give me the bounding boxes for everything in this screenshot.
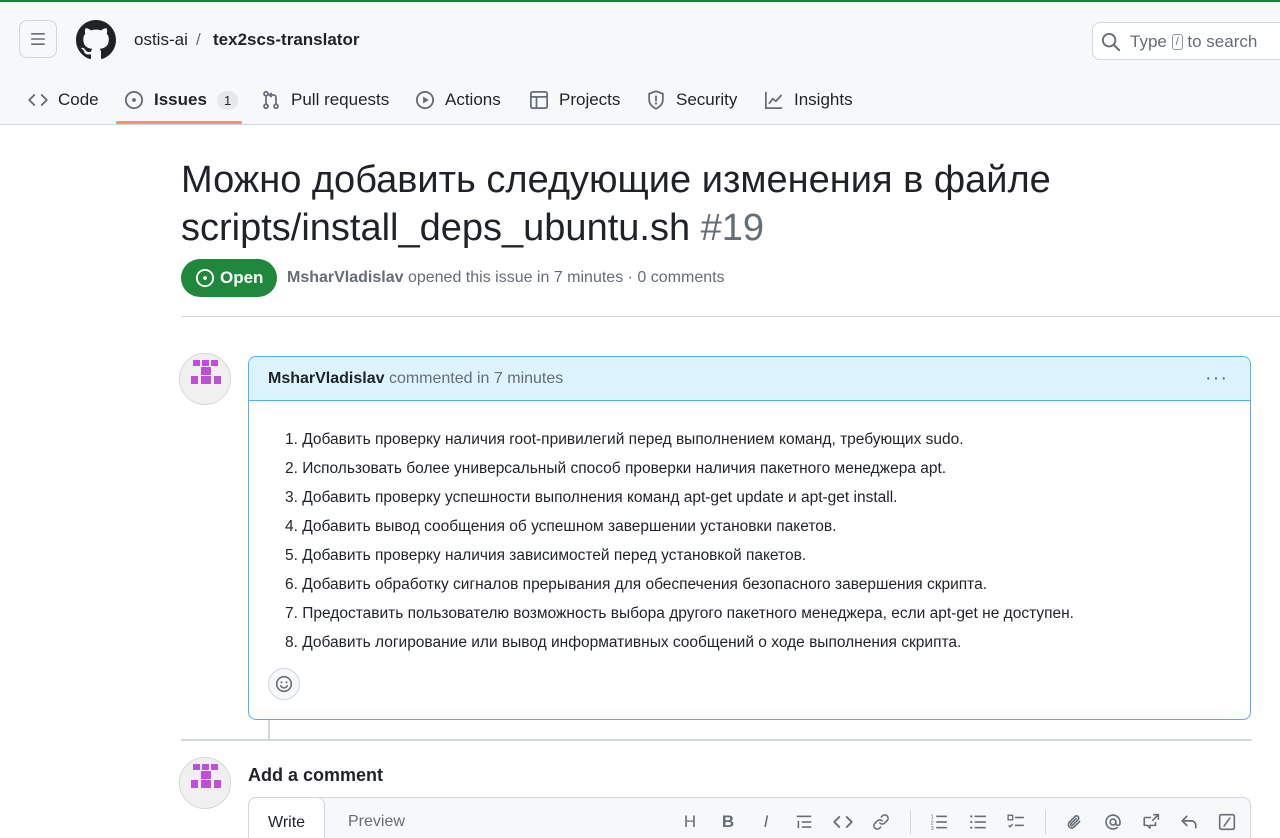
cross-reference-icon [1143, 813, 1160, 829]
issue-state-label: Open [220, 268, 264, 287]
tab-insights-label: Insights [794, 90, 853, 109]
attach-button[interactable] [1064, 812, 1084, 832]
quote-icon [796, 815, 812, 829]
ordered-list-button[interactable]: 123 [929, 812, 949, 832]
code-icon [833, 816, 853, 828]
tab-security-label: Security [676, 90, 738, 109]
tab-actions-label: Actions [445, 90, 501, 109]
issue-meta: MsharVladislav opened this issue in 7 mi… [287, 269, 725, 287]
tab-code-label: Code [58, 90, 99, 109]
list-item: 4. Добавить вывод сообщения об успешном … [285, 518, 837, 535]
slash-key-hint: / [1171, 34, 1183, 50]
toolbar-separator [1045, 810, 1046, 834]
issue-opened-icon [195, 268, 215, 288]
search-icon [1101, 32, 1121, 52]
tab-write[interactable]: Write [248, 797, 326, 838]
avatar[interactable] [179, 353, 231, 405]
bold-button[interactable]: B [718, 812, 738, 832]
shield-icon [648, 90, 664, 110]
list-item: 8. Добавить логирование или вывод информ… [285, 634, 962, 651]
play-icon [415, 90, 435, 110]
table-icon [530, 91, 548, 109]
slash-commands-button[interactable] [1217, 812, 1237, 832]
git-pull-request-icon [263, 90, 279, 110]
heading-button[interactable]: H [680, 812, 700, 832]
tab-issues-label: Issues [154, 90, 207, 109]
header-divider [181, 316, 1280, 317]
tab-actions[interactable]: Actions [415, 76, 501, 124]
tasklist-icon [1007, 814, 1024, 828]
italic-button[interactable]: I [756, 812, 776, 832]
list-item: 1. Добавить проверку наличия root-привил… [285, 431, 964, 448]
link-button[interactable] [871, 812, 891, 832]
tab-pull-requests-label: Pull requests [291, 90, 390, 109]
menu-button[interactable] [19, 20, 57, 58]
search-input[interactable]: Type / to search [1092, 22, 1280, 60]
tab-preview[interactable]: Preview [329, 797, 424, 838]
comment-editor: Write Preview H B I 123 [248, 797, 1251, 838]
issue-opened-icon [124, 90, 144, 110]
mention-icon [1105, 814, 1121, 830]
timeline-line [268, 720, 270, 740]
smiley-icon [275, 675, 293, 693]
comment-header: MsharVladislav commented in 7 minutes ··… [249, 357, 1250, 401]
tab-insights[interactable]: Insights [764, 76, 853, 124]
tab-projects[interactable]: Projects [529, 76, 620, 124]
add-comment-heading: Add a comment [248, 765, 384, 785]
add-reaction-button[interactable] [268, 668, 300, 700]
issue-comment: MsharVladislav commented in 7 minutes ··… [248, 356, 1251, 720]
breadcrumb-repo-link[interactable]: tex2scs-translator [213, 30, 359, 50]
list-ordered-icon: 123 [931, 815, 947, 831]
issue-title: Можно добавить следующие изменения в фай… [181, 159, 1051, 249]
issue-meta-text: opened this issue in 7 minutes · 0 comme… [407, 269, 725, 286]
list-item: 2. Использовать более универсальный спос… [285, 460, 947, 477]
github-logo-icon[interactable] [76, 20, 116, 60]
hamburger-icon [31, 33, 45, 45]
issue-number: #19 [700, 207, 765, 249]
list-item: 7. Предоставить пользователю возможность… [285, 605, 1074, 622]
link-icon [873, 814, 889, 830]
tab-pull-requests[interactable]: Pull requests [261, 76, 389, 124]
kebab-menu-icon[interactable]: ··· [1205, 367, 1228, 390]
toolbar-separator [910, 810, 911, 834]
repo-nav: Code Issues 1 Pull requests Actions Proj… [0, 76, 1280, 126]
repo-header: ostis-ai / tex2scs-translator Type / to … [0, 2, 1280, 125]
reply-icon [1181, 815, 1197, 829]
list-item: 3. Добавить проверку успешности выполнен… [285, 489, 898, 506]
graph-icon [765, 91, 783, 109]
list-item: 6. Добавить обработку сигналов прерывани… [285, 576, 988, 593]
search-placeholder: Type / to search [1130, 32, 1258, 51]
tab-security[interactable]: Security [646, 76, 737, 124]
reference-button[interactable] [1141, 812, 1161, 832]
unordered-list-button[interactable] [968, 812, 988, 832]
issue-state-badge: Open [181, 259, 278, 297]
mention-button[interactable] [1103, 812, 1123, 832]
avatar[interactable] [179, 757, 231, 809]
svg-text:3: 3 [931, 826, 934, 831]
list-item: 5. Добавить проверку наличия зависимосте… [285, 547, 807, 564]
comment-author-link[interactable]: MsharVladislav [268, 370, 385, 387]
issues-counter-badge: 1 [216, 90, 239, 110]
paperclip-icon [1067, 815, 1081, 829]
reply-button[interactable] [1179, 812, 1199, 832]
task-list-button[interactable] [1006, 812, 1026, 832]
comment-body-list: 1. Добавить проверку наличия root-привил… [285, 425, 1235, 657]
slash-commands-icon [1218, 813, 1236, 831]
timeline-divider [181, 739, 1252, 741]
code-icon [28, 94, 48, 106]
selected-tab-underline [116, 121, 242, 124]
code-button[interactable] [833, 812, 853, 832]
comment-meta: commented in 7 minutes [388, 370, 564, 387]
breadcrumb-owner-link[interactable]: ostis-ai [134, 30, 188, 50]
tab-code[interactable]: Code [28, 76, 99, 124]
issue-author-link[interactable]: MsharVladislav [287, 269, 404, 286]
list-unordered-icon [970, 815, 986, 829]
breadcrumb-separator: / [196, 30, 201, 49]
tab-projects-label: Projects [559, 90, 621, 109]
quote-button[interactable] [794, 812, 814, 832]
tab-issues[interactable]: Issues 1 [124, 76, 239, 124]
